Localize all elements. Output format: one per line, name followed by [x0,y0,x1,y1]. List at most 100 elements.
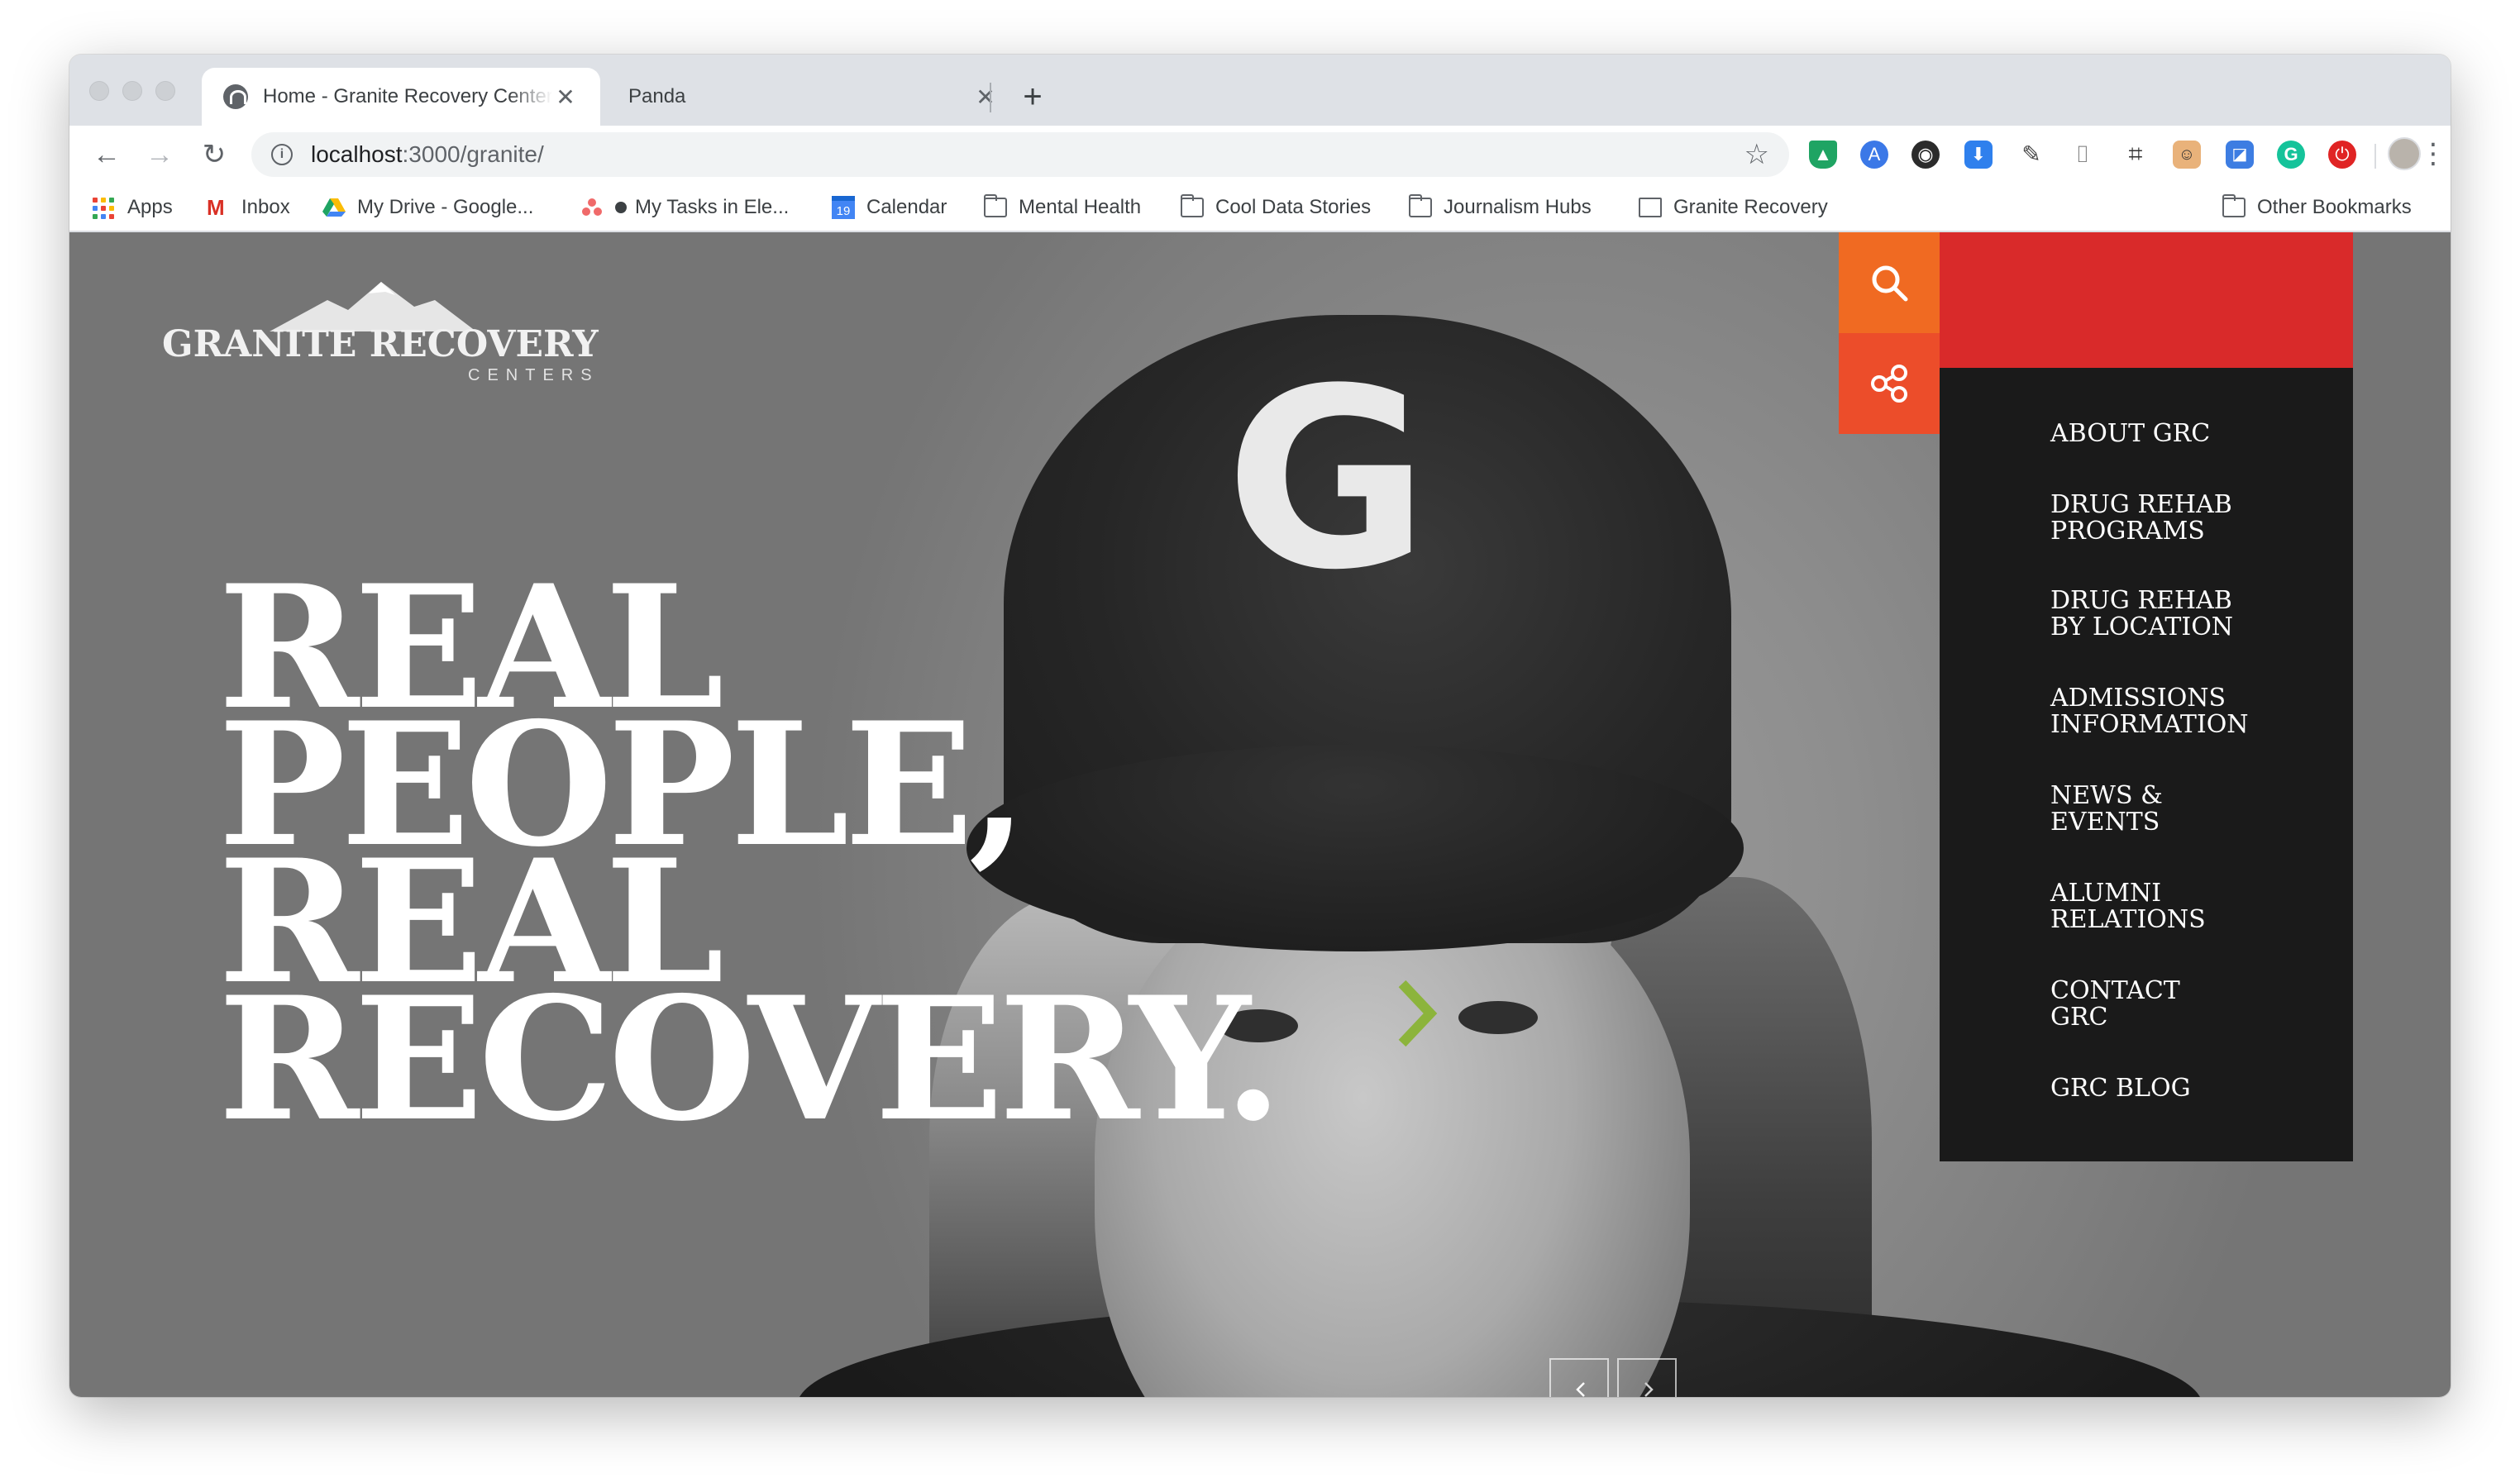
nav-item-admissions-information[interactable]: ADMISSIONS INFORMATION [2050,685,2331,738]
nav-item-alumni-relations[interactable]: ALUMNI RELATIONS [2050,880,2331,933]
bookmark-journalism-hubs[interactable]: Journalism Hubs [1409,193,1592,222]
back-button[interactable]: ← [86,134,127,175]
search-icon [1872,265,1908,302]
gmail-icon: M [207,195,225,220]
chevron-left-icon [1576,1382,1585,1397]
asana-icon [580,198,604,217]
nav-item-label: GRC [2050,1003,2108,1032]
site-favicon-icon [223,84,248,109]
main-nav-menu: ABOUT GRC DRUG REHAB PROGRAMS DRUG REHAB… [1940,368,2353,1161]
folder-icon [2222,194,2246,217]
bookmark-label: My Drive - Google... [357,196,534,218]
hero-headline: REAL PEOPLE, REAL RECOVERY. [218,564,1438,1159]
nav-item-drug-rehab-by-location[interactable]: DRUG REHAB BY LOCATION [2050,588,2331,641]
page-icon [1639,198,1662,217]
tab-panda[interactable]: Panda ✕ [607,68,1053,126]
share-icon [1871,365,1907,403]
new-tab-button[interactable]: + [1012,76,1053,117]
close-tab-icon[interactable]: ✕ [972,83,999,111]
bookmark-inbox[interactable]: M Inbox [207,193,290,222]
status-dot-icon [615,202,627,213]
logo-subtitle: CENTERS [468,366,599,384]
google-drive-extension-icon[interactable]: ▲ [1809,141,1837,169]
bookmark-label: Journalism Hubs [1444,196,1592,218]
calendar-icon: 19 [832,196,855,219]
bookmark-label: Inbox [241,196,290,218]
character-extension-icon[interactable]: ☺ [2173,141,2201,169]
toolbar-divider [2374,144,2376,169]
bookmark-label: Mental Health [1019,196,1142,218]
browser-menu-icon[interactable]: ⋮ [2419,136,2447,172]
reload-button[interactable]: ↻ [193,134,235,175]
download-extension-icon[interactable]: ⬇ [1964,141,1993,169]
tab-separator [990,83,991,112]
google-drive-icon [322,198,346,217]
bookmark-other-bookmarks[interactable]: Other Bookmarks [2222,193,2412,222]
nav-item-label: PROGRAMS [2050,517,2205,546]
nav-item-label: ALUMNI [2050,879,2162,908]
nav-item-grc-blog[interactable]: GRC BLOG [2050,1075,2331,1102]
bookmark-star-icon[interactable]: ☆ [1744,138,1769,171]
bookmarks-bar: Apps M Inbox My Drive - Google... My Tas… [69,184,2451,231]
nav-item-label: GRC BLOG [2050,1074,2191,1103]
bookmark-label: Cool Data Stories [1215,196,1372,218]
a-extension-icon[interactable]: A [1860,141,1888,169]
bookmark-apps[interactable]: Apps [93,193,173,222]
power-extension-icon[interactable]: ⏻ [2328,141,2356,169]
slider-prev-button[interactable] [1549,1358,1609,1397]
bookmark-my-drive[interactable]: My Drive - Google... [322,193,533,222]
browser-window: Home - Granite Recovery Centers ✕ Panda … [69,55,2451,1397]
close-window-button[interactable] [89,81,109,101]
nav-item-label: DRUG REHAB [2050,586,2232,615]
url-text[interactable]: localhost:3000/granite/ [311,141,1744,168]
folder-icon [1409,194,1432,217]
nav-item-news-events[interactable]: NEWS & EVENTS [2050,783,2331,836]
close-tab-icon[interactable]: ✕ [552,83,579,111]
nav-item-drug-rehab-programs[interactable]: DRUG REHAB PROGRAMS [2050,492,2331,545]
chevron-right-icon[interactable] [1392,972,1442,1055]
minimize-window-button[interactable] [122,81,142,101]
url-host: localhost [311,141,403,167]
slider-next-button[interactable] [1617,1358,1677,1397]
header-red-bar [1940,232,2353,368]
nav-item-contact-grc[interactable]: CONTACT GRC [2050,978,2331,1031]
eyedropper-extension-icon[interactable]: ✎ [2017,141,2045,169]
bookmark-granite-recovery[interactable]: Granite Recovery [1639,193,1828,222]
forward-button[interactable]: → [139,134,180,175]
zoom-window-button[interactable] [155,81,175,101]
hero-photo-eye [1458,1001,1538,1034]
camera-extension-icon[interactable]: ⌷ [2069,141,2097,169]
bookmark-mental-health[interactable]: Mental Health [984,193,1141,222]
share-button[interactable] [1839,333,1940,434]
bookmark-calendar[interactable]: 19 Calendar [832,193,947,222]
nav-item-label: NEWS & [2050,781,2163,810]
profile-avatar[interactable] [2388,137,2421,170]
bookmark-cool-data-stories[interactable]: Cool Data Stories [1181,193,1371,222]
nav-item-label: EVENTS [2050,808,2160,837]
bookmark-my-tasks[interactable]: My Tasks in Ele... [580,193,789,222]
bookmark-label: Apps [127,196,173,218]
nav-item-label: BY LOCATION [2050,613,2234,641]
logo-word: RECOVERY [369,323,599,365]
headline-line: RECOVERY. [218,961,1282,1159]
site-logo[interactable]: GRANITE RECOVERY CENTERS [162,282,599,384]
nav-item-label: CONTACT [2050,976,2180,1005]
tab-home[interactable]: Home - Granite Recovery Centers ✕ [202,68,600,126]
logo-wordmark: GRANITE RECOVERY [162,323,599,365]
nav-item-label: RELATIONS [2050,905,2206,934]
search-button[interactable] [1839,232,1940,333]
grammarly-extension-icon[interactable]: G [2277,141,2305,169]
bookmark-label: Calendar [866,196,947,218]
mask-extension-icon[interactable]: ◉ [1911,141,1940,169]
bookmark-label: Granite Recovery [1673,196,1828,218]
tab-strip: Home - Granite Recovery Centers ✕ Panda … [69,55,2451,126]
image-extension-icon[interactable]: ◪ [2226,141,2254,169]
address-bar[interactable]: i localhost:3000/granite/ ☆ [251,132,1789,177]
page-viewport: G GRANITE RECOVERY CENTERS REAL PEOPLE, … [69,232,2451,1397]
url-path: :3000/granite/ [402,141,544,167]
nav-item-about-grc[interactable]: ABOUT GRC [2050,421,2331,447]
chevron-right-icon [1644,1382,1654,1397]
site-info-icon[interactable]: i [271,144,293,165]
bookmark-label: Other Bookmarks [2257,196,2412,218]
screenshot-extension-icon[interactable]: ⌗ [2121,141,2150,169]
